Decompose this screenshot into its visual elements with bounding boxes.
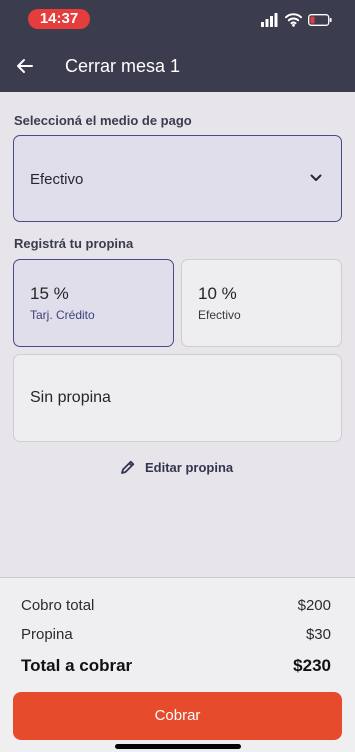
summary-label: Cobro total: [21, 597, 95, 614]
summary-value: $30: [305, 626, 331, 643]
home-indicator: [115, 744, 241, 749]
arrow-left-icon[interactable]: [15, 56, 35, 76]
tip-percent: 15 %: [30, 284, 69, 303]
summary-value: $200: [297, 597, 331, 614]
page-title: Cerrar mesa 1: [65, 56, 181, 76]
payment-summary: Cobro total $200 Propina $30 Total a cob…: [0, 577, 355, 752]
charge-button[interactable]: Cobrar: [13, 692, 342, 740]
tip-percent: 10 %: [198, 284, 237, 303]
tip-method: Tarj. Crédito: [30, 308, 95, 322]
payment-method-select[interactable]: Efectivo: [13, 135, 342, 222]
tip-option-10-cash[interactable]: 10 % Efectivo: [181, 259, 342, 347]
summary-label: Total a cobrar: [21, 656, 133, 675]
battery-low-icon: [308, 14, 332, 26]
summary-value: $230: [293, 656, 331, 675]
pencil-icon: [121, 460, 135, 474]
summary-label: Propina: [21, 626, 73, 643]
summary-row-cobro-total: Cobro total $200: [21, 597, 331, 614]
summary-row-total: Total a cobrar $230: [21, 656, 331, 676]
chevron-down-icon: [310, 174, 322, 181]
payment-method-label: Seleccioná el medio de pago: [14, 113, 192, 128]
cellular-signal-icon: [261, 13, 278, 27]
tip-method: Efectivo: [198, 308, 241, 322]
summary-row-propina: Propina $30: [21, 626, 331, 643]
status-time: 14:37: [28, 9, 90, 29]
no-tip-option[interactable]: Sin propina: [13, 354, 342, 442]
edit-tip-button[interactable]: Editar propina: [120, 458, 233, 476]
status-bar: 14:37: [0, 0, 355, 42]
wifi-icon: [285, 13, 302, 27]
payment-method-value: Efectivo: [30, 171, 84, 188]
no-tip-label: Sin propina: [30, 389, 111, 406]
app-bar: Cerrar mesa 1: [0, 42, 355, 92]
tip-option-15-credit[interactable]: 15 % Tarj. Crédito: [13, 259, 174, 347]
tip-section-label: Registrá tu propina: [14, 236, 134, 251]
edit-tip-label: Editar propina: [145, 459, 234, 475]
